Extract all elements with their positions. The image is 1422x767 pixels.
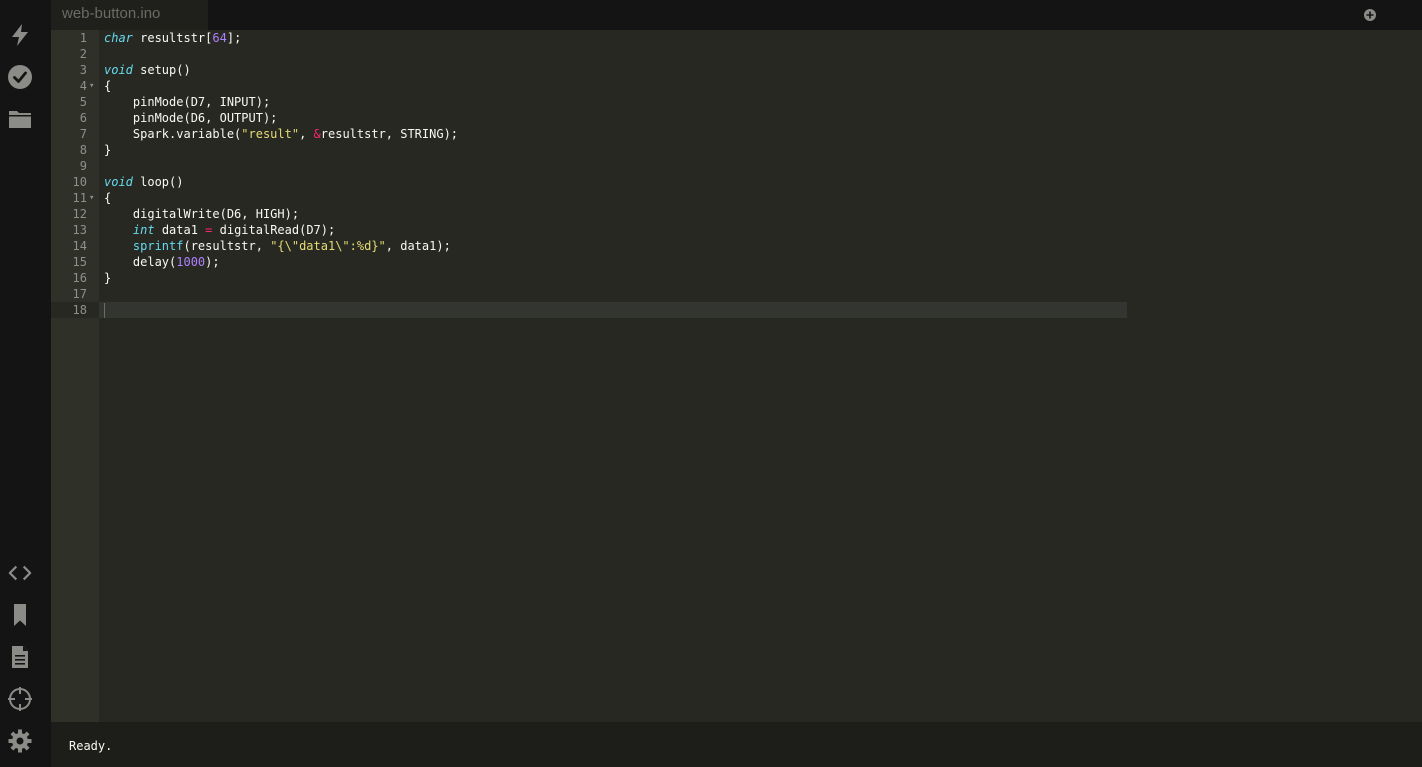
code-token: , bbox=[299, 127, 314, 141]
code-line-14: sprintf(resultstr, "{\"data1\":%d}", dat… bbox=[104, 238, 451, 254]
add-tab-icon[interactable] bbox=[1363, 7, 1377, 21]
line-number: 5 bbox=[79, 95, 87, 109]
line-number: 8 bbox=[79, 143, 87, 157]
line-number: 4 bbox=[79, 79, 87, 93]
line-number: 9 bbox=[79, 159, 87, 173]
line-number: 15 bbox=[72, 255, 87, 269]
verify-icon[interactable] bbox=[7, 64, 33, 90]
line-number: 2 bbox=[79, 47, 87, 61]
code-token: ]; bbox=[226, 31, 242, 45]
line-number: 7 bbox=[79, 127, 87, 141]
line-number: 10 bbox=[72, 175, 87, 189]
code-line-3: void setup() bbox=[104, 62, 191, 78]
code-token: void bbox=[104, 175, 133, 189]
code-token: sprintf bbox=[132, 239, 184, 253]
code-token: int bbox=[132, 223, 155, 237]
left-toolbar bbox=[0, 0, 51, 767]
code-token: resultstr, STRING); bbox=[320, 127, 459, 141]
code-token: resultstr[ bbox=[132, 31, 213, 45]
code-line-8: } bbox=[104, 142, 111, 158]
code-line-11: { bbox=[104, 190, 111, 206]
line-number: 11 bbox=[72, 191, 87, 205]
code-line-1: char resultstr[64]; bbox=[104, 30, 241, 46]
line-number: 12 bbox=[72, 207, 87, 221]
code-token: "{\"data1\":%d}" bbox=[270, 239, 386, 253]
folder-icon[interactable] bbox=[7, 106, 33, 132]
code-token: data1 bbox=[154, 223, 206, 237]
code-token: pinMode(D7, INPUT); bbox=[104, 95, 271, 109]
code-line-6: pinMode(D6, OUTPUT); bbox=[104, 110, 278, 126]
code-token: setup() bbox=[132, 63, 191, 77]
code-token: & bbox=[313, 127, 321, 141]
code-line-12: digitalWrite(D6, HIGH); bbox=[104, 206, 299, 222]
code-token: ); bbox=[205, 255, 220, 269]
code-token: } bbox=[104, 143, 112, 157]
code-token: digitalWrite(D6, HIGH); bbox=[104, 207, 300, 221]
flash-icon[interactable] bbox=[7, 22, 33, 48]
code-line-7: Spark.variable("result", &resultstr, STR… bbox=[104, 126, 458, 142]
code-line-15: delay(1000); bbox=[104, 254, 220, 270]
code-token: 64 bbox=[212, 31, 227, 45]
code-line-10: void loop() bbox=[104, 174, 183, 190]
code-token: Spark.variable( bbox=[104, 127, 242, 141]
text-cursor bbox=[104, 303, 105, 318]
code-token: delay( bbox=[104, 255, 177, 269]
code-token: digitalRead(D7); bbox=[212, 223, 336, 237]
document-icon[interactable] bbox=[7, 644, 33, 670]
code-token: pinMode(D6, OUTPUT); bbox=[104, 111, 278, 125]
code-token: { bbox=[104, 79, 112, 93]
code-line-13: int data1 = digitalRead(D7); bbox=[104, 222, 335, 238]
code-token: , data1); bbox=[385, 239, 451, 253]
code-token: char bbox=[104, 31, 133, 45]
tab-web-button[interactable]: web-button.ino bbox=[51, 0, 208, 30]
crosshair-icon[interactable] bbox=[7, 686, 33, 712]
line-number: 3 bbox=[79, 63, 87, 77]
fold-toggle-icon[interactable]: ▾ bbox=[89, 190, 97, 206]
line-number: 14 bbox=[72, 239, 87, 253]
code-token: } bbox=[104, 271, 112, 285]
line-number: 13 bbox=[72, 223, 87, 237]
code-icon[interactable] bbox=[7, 560, 33, 586]
code-token: void bbox=[104, 63, 133, 77]
active-line-highlight bbox=[99, 302, 1127, 318]
code-line-4: { bbox=[104, 78, 111, 94]
gear-icon[interactable] bbox=[7, 728, 33, 754]
fold-toggle-icon[interactable]: ▾ bbox=[89, 78, 97, 94]
line-number: 18 bbox=[72, 303, 87, 317]
line-number: 6 bbox=[79, 111, 87, 125]
status-bar: Ready. bbox=[51, 722, 1422, 767]
code-token: (resultstr, bbox=[183, 239, 271, 253]
bookmark-icon[interactable] bbox=[7, 602, 33, 628]
code-editor[interactable]: 1 2 3 4 5 6 7 8 9 10 11 12 13 14 15 16 1… bbox=[51, 30, 1422, 722]
code-line-5: pinMode(D7, INPUT); bbox=[104, 94, 270, 110]
line-number-gutter: 1 2 3 4 5 6 7 8 9 10 11 12 13 14 15 16 1… bbox=[51, 30, 99, 722]
code-token: 1000 bbox=[176, 255, 206, 269]
line-number: 1 bbox=[79, 31, 87, 45]
line-number: 17 bbox=[72, 287, 87, 301]
code-token: { bbox=[104, 191, 112, 205]
status-message: Ready. bbox=[69, 739, 113, 753]
line-number: 16 bbox=[72, 271, 87, 285]
code-line-16: } bbox=[104, 270, 111, 286]
tab-bar: web-button.ino bbox=[51, 0, 1422, 30]
code-token: loop() bbox=[132, 175, 184, 189]
code-token: "result" bbox=[241, 127, 300, 141]
